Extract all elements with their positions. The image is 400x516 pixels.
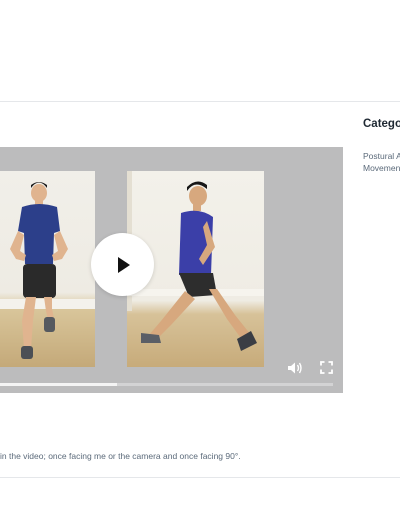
categories-list: Postural A Movemen — [363, 150, 400, 174]
volume-icon[interactable] — [287, 361, 303, 375]
video-description: in the video; once facing me or the came… — [0, 451, 241, 461]
category-link-postural[interactable]: Postural A — [363, 150, 400, 162]
categories-sidebar: Categor Postural A Movemen — [363, 118, 400, 174]
category-link-movement[interactable]: Movemen — [363, 162, 400, 174]
bottom-divider — [0, 477, 400, 478]
video-player[interactable] — [0, 147, 343, 393]
fullscreen-icon[interactable] — [320, 361, 333, 374]
categories-heading: Categor — [363, 118, 400, 130]
video-frame-front-view — [0, 171, 95, 367]
top-divider — [0, 101, 400, 102]
play-icon — [117, 256, 130, 273]
video-buffered-bar — [0, 383, 117, 386]
play-button[interactable] — [91, 233, 154, 296]
video-progress-bar[interactable] — [0, 383, 333, 386]
